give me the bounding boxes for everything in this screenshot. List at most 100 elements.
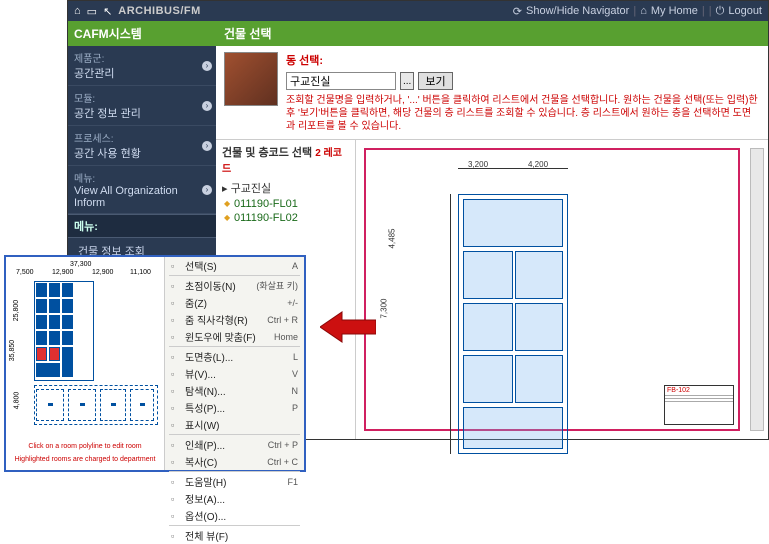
context-menu-item[interactable]: ▫도움말(H)F1 <box>165 473 304 490</box>
mini-room-selected[interactable] <box>36 347 47 361</box>
room[interactable] <box>463 199 563 247</box>
context-menu-item[interactable]: ▫탐색(N)...N <box>165 382 304 399</box>
group-label: 메뉴: <box>74 170 210 185</box>
mini-room-highlight[interactable] <box>49 283 60 297</box>
door-marker <box>111 403 116 406</box>
chevron-right-icon[interactable]: › <box>202 141 212 151</box>
mini-room-highlight[interactable] <box>62 315 73 329</box>
picker-button[interactable]: ... <box>400 72 414 90</box>
context-menu-item[interactable]: ▫뷰(V)...V <box>165 365 304 382</box>
mini-room-highlight[interactable] <box>62 283 73 297</box>
mini-room-highlight[interactable] <box>49 331 60 345</box>
context-menu-label: 선택(S) <box>185 258 292 273</box>
context-menu-label: 전체 뷰(F) <box>185 528 298 543</box>
tool-icon: ▫ <box>171 386 185 396</box>
tool-icon: ▫ <box>171 494 185 504</box>
room[interactable] <box>463 407 563 449</box>
go-button[interactable]: 보기 <box>418 72 452 90</box>
context-menu-label: 도면층(L)... <box>185 349 293 364</box>
refresh-icon[interactable]: ⟳ <box>513 5 522 18</box>
sidebar-title: CAFM시스템 <box>68 21 216 46</box>
title-block-label: FB-102 <box>665 386 733 396</box>
mini-room-highlight[interactable] <box>36 299 47 313</box>
mini-room-highlight[interactable] <box>36 315 47 329</box>
context-menu-item[interactable]: ▫정보(A)... <box>165 490 304 507</box>
context-menu-shortcut: N <box>292 386 299 396</box>
context-menu-label: 도움말(H) <box>185 474 287 489</box>
mini-room-highlight[interactable] <box>36 331 47 345</box>
chevron-right-icon[interactable]: › <box>202 101 212 111</box>
mini-room-highlight[interactable] <box>36 363 60 377</box>
context-menu-item[interactable]: ▫인쇄(P)...Ctrl + P <box>165 436 304 453</box>
group-label: 프로세스: <box>74 130 210 145</box>
sidebar-menu-header: 메뉴: <box>68 214 216 238</box>
context-menu-label: 인쇄(P)... <box>185 437 268 452</box>
myhome-icon[interactable]: ⌂ <box>640 5 647 17</box>
separator: | <box>709 5 712 17</box>
room[interactable] <box>463 355 513 403</box>
context-menu-label: 표시(W) <box>185 417 298 432</box>
building-search-input[interactable] <box>286 72 396 90</box>
context-menu-item[interactable]: ▫옵션(O)... <box>165 507 304 524</box>
context-menu-shortcut: P <box>292 403 298 413</box>
logout-link[interactable]: Logout <box>728 5 762 17</box>
dim-label: 25,800 <box>13 300 20 321</box>
mini-room-highlight[interactable] <box>36 283 47 297</box>
context-menu-shortcut: +/- <box>287 298 298 308</box>
mini-room-highlight[interactable] <box>62 299 73 313</box>
room[interactable] <box>463 251 513 299</box>
context-menu-separator <box>169 346 300 347</box>
context-menu-item[interactable]: ▫복사(C)Ctrl + C <box>165 453 304 470</box>
door-marker <box>48 403 53 406</box>
tool-icon: ▫ <box>171 298 185 308</box>
mini-room-highlight[interactable] <box>62 331 73 345</box>
tree-leaf[interactable]: 011190-FL01 <box>222 197 349 211</box>
building-thumbnail <box>224 52 278 106</box>
chevron-right-icon[interactable]: › <box>202 61 212 71</box>
separator: | <box>702 5 705 17</box>
context-menu-item[interactable]: ▫윈도우에 맞춤(F)Home <box>165 328 304 345</box>
context-menu-item[interactable]: ▫전체 뷰(F) <box>165 527 304 544</box>
sidebar-group-process[interactable]: 프로세스: 공간 사용 현황 › <box>68 126 216 166</box>
logout-icon[interactable]: ⏻ <box>716 5 725 18</box>
mini-room-highlight[interactable] <box>49 299 60 313</box>
context-menu-item[interactable]: ▫줌(Z)+/- <box>165 294 304 311</box>
sidebar-group-module[interactable]: 모듈: 공간 정보 관리 › <box>68 86 216 126</box>
context-menu-item[interactable]: ▫표시(W) <box>165 416 304 433</box>
plan-frame[interactable]: 3,200 4,200 7,300 4,485 <box>364 148 740 431</box>
vertical-scrollbar[interactable] <box>750 148 764 431</box>
sidebar-group-product[interactable]: 제품군: 공간관리 › <box>68 46 216 86</box>
room[interactable] <box>463 303 513 351</box>
mini-floorplan[interactable]: 37,300 7,500 12,900 12,900 11,100 25,800… <box>10 261 160 441</box>
popup-note-1: Click on a room polyline to edit room <box>10 441 160 453</box>
show-hide-navigator-link[interactable]: Show/Hide Navigator <box>526 5 629 17</box>
room[interactable] <box>515 355 563 403</box>
context-menu-separator <box>169 275 300 276</box>
group-value: 공간 사용 현황 <box>74 145 210 161</box>
context-menu-item[interactable]: ▫선택(S)A <box>165 257 304 274</box>
context-menu-item[interactable]: ▫초점이동(N)(화살표 키) <box>165 277 304 294</box>
mini-room-selected[interactable] <box>49 347 60 361</box>
mini-room-highlight[interactable] <box>49 315 60 329</box>
cursor-icon[interactable]: ↖ <box>103 5 112 18</box>
room[interactable] <box>515 303 563 351</box>
dim-label: 11,100 <box>130 269 151 276</box>
nav-icon[interactable]: ▭ <box>87 5 97 18</box>
brand-label: ARCHIBUS/FM <box>118 5 201 17</box>
tree-root[interactable]: ▸ 구교진실 <box>222 179 349 197</box>
chevron-right-icon[interactable]: › <box>202 185 212 195</box>
context-menu-item[interactable]: ▫도면층(L)...L <box>165 348 304 365</box>
tree-leaf[interactable]: 011190-FL02 <box>222 211 349 225</box>
context-menu: ▫선택(S)A▫초점이동(N)(화살표 키)▫줌(Z)+/-▫줌 직사각형(R)… <box>164 257 304 470</box>
room[interactable] <box>515 251 563 299</box>
mini-room-highlight[interactable] <box>62 347 73 377</box>
group-value: 공간관리 <box>74 65 210 81</box>
sidebar-group-menu[interactable]: 메뉴: View All Organization Inform › <box>68 166 216 214</box>
context-menu-item[interactable]: ▫특성(P)...P <box>165 399 304 416</box>
dim-label: 7,300 <box>380 298 389 318</box>
my-home-link[interactable]: My Home <box>651 5 698 17</box>
home-icon[interactable]: ⌂ <box>74 5 81 17</box>
context-menu-item[interactable]: ▫줌 직사각형(R)Ctrl + R <box>165 311 304 328</box>
context-menu-label: 옵션(O)... <box>185 508 298 523</box>
context-menu-label: 줌(Z) <box>185 295 287 310</box>
